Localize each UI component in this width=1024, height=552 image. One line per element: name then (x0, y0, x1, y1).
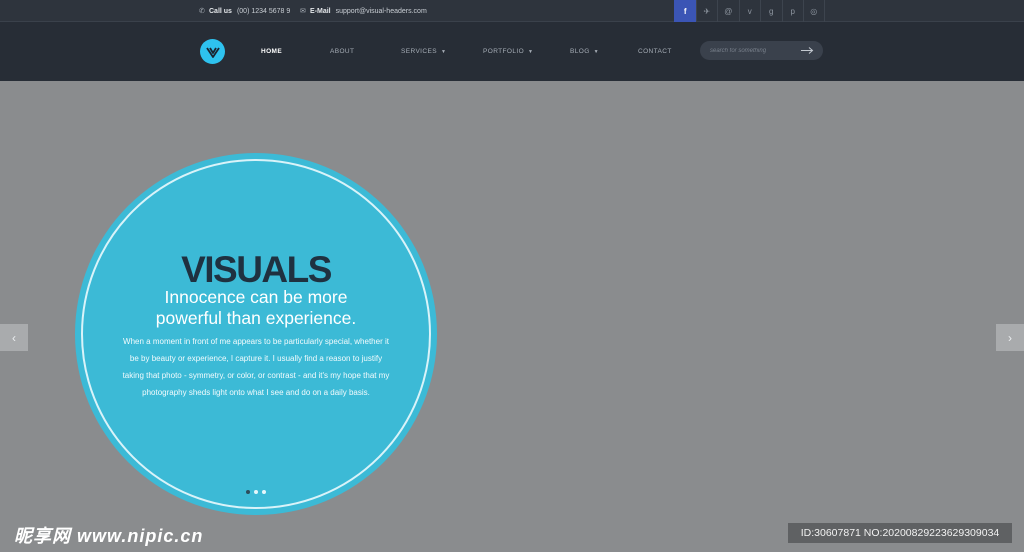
mail-icon: ✉ (300, 8, 306, 15)
twitter-icon[interactable]: ✈ (695, 0, 718, 22)
watermark-site-cn: 昵享网 (14, 526, 71, 546)
pinterest-icon[interactable]: p (781, 0, 804, 22)
slider-dot[interactable] (262, 490, 266, 494)
slider-dot[interactable] (246, 490, 250, 494)
slider-next-button[interactable]: › (996, 324, 1024, 351)
slider-dot[interactable] (254, 490, 258, 494)
nav-item-about[interactable]: ABOUT (330, 22, 354, 81)
nav-item-contact[interactable]: CONTACT (638, 22, 672, 81)
caret-down-icon: ▼ (528, 48, 534, 55)
nav-item-blog[interactable]: BLOG ▼ (570, 22, 599, 81)
watermark-site: 昵享网 www.nipic.cn (14, 522, 203, 548)
vimeo-icon[interactable]: v (738, 0, 761, 22)
hero-subtitle: Innocence can be more powerful than expe… (75, 287, 437, 329)
caret-down-icon: ▼ (593, 48, 600, 55)
watermark-id: ID:30607871 NO:20200829223629309034 (788, 523, 1012, 543)
nav-item-blog-label: BLOG (570, 48, 590, 55)
call-label: Call us (209, 7, 232, 15)
nav-item-portfolio-label: PORTFOLIO (483, 48, 525, 55)
social-links: f ✈ @ v g p ◎ (674, 0, 825, 22)
watermark-site-url: www.nipic.cn (77, 526, 204, 546)
nav-item-services[interactable]: SERVICES ▼ (401, 22, 446, 81)
google-plus-icon[interactable]: g (760, 0, 782, 22)
nav-item-services-label: SERVICES (401, 48, 437, 55)
hero-subtitle-line-1: Innocence can be more (164, 287, 348, 307)
email-label: E-Mail (310, 7, 331, 15)
slider-prev-button[interactable]: ‹ (0, 324, 28, 351)
caret-down-icon: ▼ (440, 48, 447, 55)
email-info: ✉ E-Mail support@visual-headers.com (300, 0, 427, 22)
phone-icon: ✆ (199, 8, 205, 15)
hero-subtitle-line-2: powerful than experience. (155, 308, 357, 328)
search-box (700, 41, 823, 60)
facebook-icon[interactable]: f (674, 0, 696, 22)
call-number[interactable]: (00) 1234 5678 9 (237, 8, 290, 15)
hero-description: When a moment in front of me appears to … (122, 337, 390, 397)
hero-circle: VISUALS Innocence can be more powerful t… (75, 153, 437, 515)
slider-pagination (246, 490, 266, 494)
main-navigation: HOME ABOUT SERVICES ▼ PORTFOLIO ▼ BLOG ▼ CO… (0, 22, 1024, 81)
arrow-right-icon[interactable] (801, 46, 814, 55)
logo-v-icon (205, 47, 220, 58)
search-input[interactable] (710, 41, 795, 60)
email-address[interactable]: support@visual-headers.com (336, 8, 427, 15)
hero-title: VISUALS (181, 249, 332, 290)
at-icon[interactable]: @ (717, 0, 739, 22)
nav-item-home[interactable]: HOME (261, 22, 282, 81)
instagram-icon[interactable]: ◎ (803, 0, 825, 22)
nav-item-portfolio[interactable]: PORTFOLIO ▼ (483, 22, 533, 81)
site-logo[interactable] (200, 39, 225, 64)
call-info: ✆ Call us (00) 1234 5678 9 (199, 0, 290, 22)
top-bar: ✆ Call us (00) 1234 5678 9 ✉ E-Mail supp… (0, 0, 1024, 22)
